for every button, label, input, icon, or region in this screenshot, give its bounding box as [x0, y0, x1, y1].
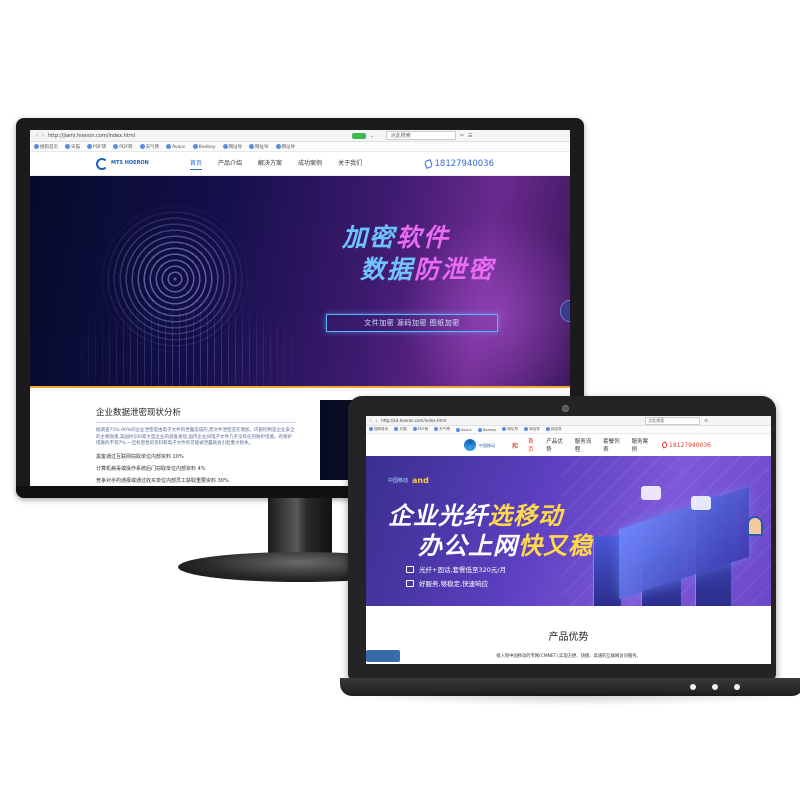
floating-chat-tab[interactable]	[366, 650, 400, 662]
section-paragraph: 据调查75%-90%的企业泄密是由电子文件的泄露造成的,而文件泄密还在增加。内部…	[96, 428, 295, 446]
hero-feature: 好服务,够稳定,快速响应	[406, 578, 488, 588]
bookmark-item[interactable]: Beeboy	[192, 143, 216, 150]
search-input[interactable]: 点此搜索	[645, 416, 701, 425]
monitor-address-bar: ‹ › http://jiami.hoeron.com/index.html ⌄…	[30, 130, 570, 142]
bookmark-item[interactable]: PDF转	[113, 143, 133, 150]
menu-icon[interactable]: ☰	[468, 133, 472, 139]
phone-number: 18127940036	[669, 441, 711, 449]
bookmark-item[interactable]: 网址导	[502, 427, 518, 432]
bookmark-item[interactable]: 天气预	[434, 427, 450, 432]
site-header: 中国移动 和 首页 产品优势 服务流程 套餐列表 服务案例 1812794003…	[366, 434, 771, 456]
nav-advantages[interactable]: 产品优势	[546, 437, 566, 453]
bookmark-item[interactable]: 搜狗首页	[34, 143, 58, 150]
nav-solutions[interactable]: 解决方案	[258, 158, 282, 170]
back-icon[interactable]: ‹	[370, 418, 372, 423]
section-description: 接入到中国移动的专网(CMNET),实现方便、快捷、高速的互联网访问服务。	[496, 654, 641, 659]
hero-feature: 光纤+固话,套餐低至320元/月	[406, 564, 506, 574]
secure-badge[interactable]	[352, 132, 366, 139]
bookmark-item[interactable]: 网址导	[222, 143, 242, 150]
main-nav: 首页 产品介绍 解决方案 成功案例 关于我们	[190, 158, 362, 170]
bookmark-item[interactable]: 天气预	[139, 143, 159, 150]
hero-banner: 加密软件 数据防泄密 文件加密 源码加密 图纸加密	[30, 176, 570, 388]
scissors-icon[interactable]: ✂	[460, 133, 464, 139]
logo-text: 中国移动	[479, 442, 495, 448]
china-mobile-logo-icon	[464, 439, 476, 451]
section-heading: 企业数据泄密现状分析	[96, 406, 296, 423]
nav-products[interactable]: 产品介绍	[218, 158, 242, 170]
bookmark-item[interactable]: 网址导	[249, 143, 269, 150]
forward-icon[interactable]: ›	[42, 133, 44, 139]
nav-home[interactable]: 首页	[190, 158, 203, 170]
building-graphic	[593, 536, 621, 606]
hello-logo: 和	[512, 442, 519, 450]
nav-process[interactable]: 服务流程	[575, 437, 595, 453]
webcam-icon	[562, 405, 569, 412]
nav-packages[interactable]: 套餐列表	[603, 437, 623, 453]
hero-tags-button[interactable]: 文件加密 源码加密 图纸加密	[326, 314, 498, 332]
indicator-light	[690, 684, 696, 690]
phone-box-icon	[406, 565, 414, 573]
chevron-down-icon[interactable]: ⌄	[370, 133, 374, 139]
site-logo[interactable]: 中国移动 和	[464, 439, 518, 451]
hero-title-line1: 加密软件	[342, 223, 451, 252]
phone-contact[interactable]: 18127940036	[661, 441, 711, 449]
chat-bubble-icon	[641, 486, 661, 500]
hero-banner: 中国移动 and 企业光纤选移动 办公上网快又稳 光纤+固话,套餐低至320元/…	[366, 456, 771, 606]
phone-contact[interactable]: 18127940036	[423, 158, 495, 169]
logo-icon	[96, 157, 108, 170]
url-field[interactable]: http://jiami.hoeron.com/index.html	[48, 133, 348, 139]
laptop-screen: ‹ › http://kd.hoeron.com/index.html 点此搜索…	[366, 416, 771, 664]
thumbs-up-icon	[406, 579, 414, 587]
bookmark-item[interactable]: 网址导	[545, 427, 562, 432]
section-heading: 产品优势	[548, 632, 589, 643]
bookmark-item[interactable]: Beeboy	[477, 427, 496, 432]
bookmark-item[interactable]: 网址导	[524, 427, 540, 432]
logo-text: MTS HOERON	[111, 160, 149, 166]
person-illustration	[747, 516, 763, 536]
nav-about[interactable]: 关于我们	[338, 158, 362, 170]
url-field[interactable]: http://kd.hoeron.com/index.html	[381, 418, 641, 423]
hero-title-line2: 数据防泄密	[360, 255, 496, 284]
menu-icon[interactable]: ☰	[704, 418, 708, 423]
bookmark-item[interactable]: 天猫	[394, 427, 407, 432]
bookmark-item[interactable]: 网址导	[275, 143, 295, 150]
forward-icon[interactable]: ›	[376, 418, 378, 423]
laptop-address-bar: ‹ › http://kd.hoeron.com/index.html 点此搜索…	[366, 416, 771, 426]
bookmark-item[interactable]: Avanc	[166, 143, 186, 150]
hero-brand: 中国移动 and	[388, 476, 429, 485]
indicator-light	[734, 684, 740, 690]
nav-cases[interactable]: 服务案例	[632, 437, 652, 453]
indicator-light	[712, 684, 718, 690]
search-input[interactable]: 点此搜索	[385, 131, 456, 140]
phone-number: 18127940036	[434, 158, 495, 169]
chat-bubble-icon	[691, 496, 711, 510]
bookmark-item[interactable]: 搜狗首页	[369, 427, 388, 432]
phone-icon	[661, 441, 668, 449]
back-icon[interactable]: ‹	[36, 133, 38, 139]
bookmark-item[interactable]: PDF转	[87, 143, 106, 150]
site-header: MTS HOERON 首页 产品介绍 解决方案 成功案例 关于我们 181279…	[30, 152, 570, 176]
content-section: 产品优势 接入到中国移动的专网(CMNET),实现方便、快捷、高速的互联网访问服…	[366, 606, 771, 659]
bookmarks-bar: 搜狗首页 天猫 PDF转 天气预 Avanc Beeboy 网址导 网址导 网址…	[366, 426, 771, 434]
nav-cases[interactable]: 成功案例	[298, 158, 322, 170]
nav-home[interactable]: 首页	[528, 437, 538, 453]
bookmark-item[interactable]: Avanc	[455, 427, 472, 432]
bookmark-item[interactable]: PDF转	[412, 427, 428, 432]
scene: ‹ › http://jiami.hoeron.com/index.html ⌄…	[0, 0, 800, 800]
phone-icon	[423, 158, 433, 169]
bookmarks-bar: 搜狗首页 天猫 PDF转 PDF转 天气预 Avanc Beeboy 网址导 网…	[30, 142, 570, 152]
laptop-shadow	[330, 694, 800, 706]
bookmark-item[interactable]: 天猫	[65, 143, 80, 150]
hero-title-line2: 办公上网快又稳	[418, 532, 593, 560]
brand-china-mobile: 中国移动	[388, 478, 409, 484]
monitor-stand-neck	[268, 498, 332, 560]
site-logo[interactable]: MTS HOERON	[96, 157, 156, 170]
fingerprint-graphic	[100, 204, 250, 354]
brand-and: and	[412, 476, 429, 485]
main-nav: 首页 产品优势 服务流程 套餐列表 服务案例	[528, 437, 652, 453]
